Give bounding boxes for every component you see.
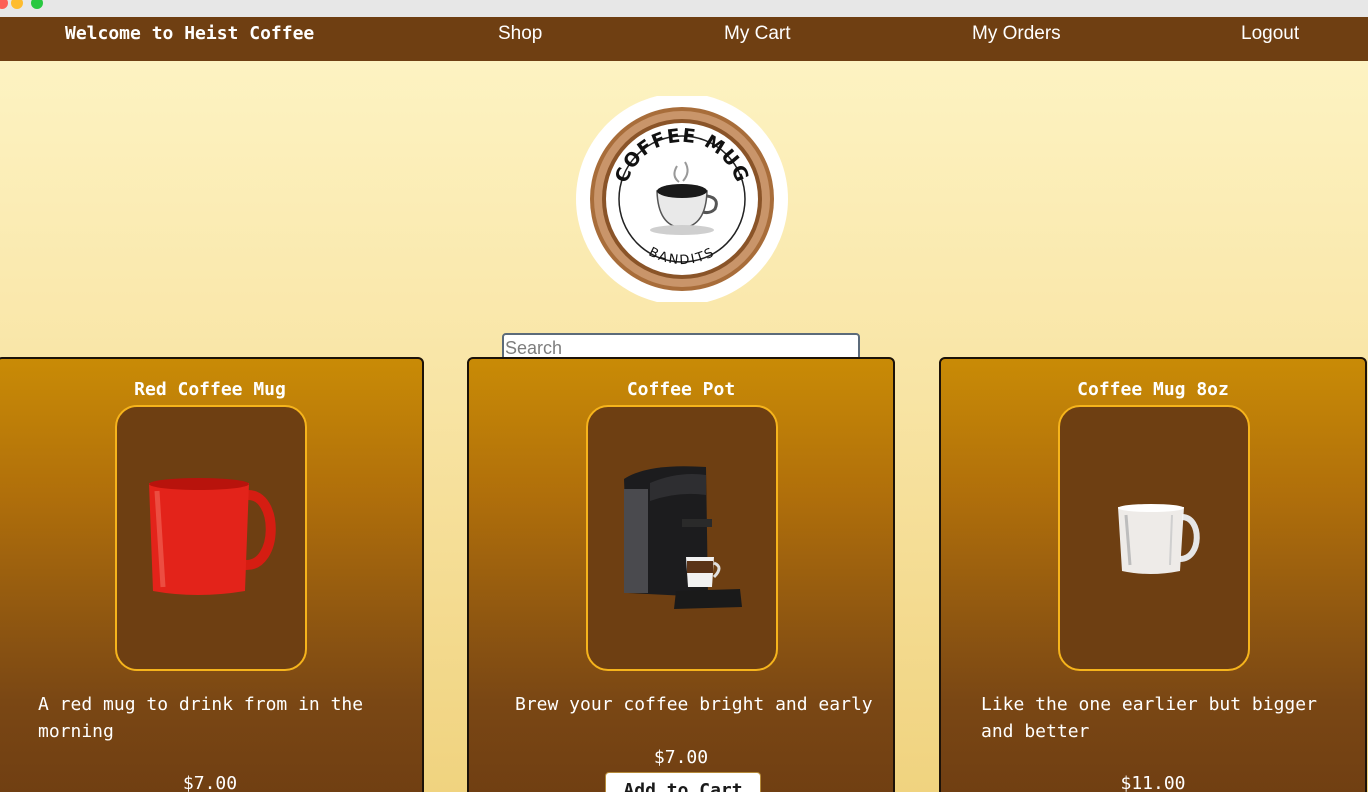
product-title: Coffee Mug 8oz xyxy=(1077,379,1229,400)
red-mug-icon xyxy=(149,478,276,595)
nav-my-orders-link[interactable]: My Orders xyxy=(972,17,1061,51)
product-image-frame[interactable] xyxy=(586,405,778,671)
nav-logout-link[interactable]: Logout xyxy=(1241,17,1299,51)
product-description: Brew your coffee bright and early xyxy=(515,694,873,715)
product-title: Coffee Pot xyxy=(626,379,736,400)
nav-shop-link[interactable]: Shop xyxy=(498,17,542,51)
minimize-window-icon[interactable] xyxy=(11,0,23,9)
product-image-frame[interactable] xyxy=(115,405,307,671)
coffee-machine-icon xyxy=(624,466,742,609)
product-card-coffee-mug-8oz: Coffee Mug 8oz Like the one earlier but … xyxy=(939,357,1367,792)
product-description: Like the one earlier but bigger and bett… xyxy=(981,694,1317,742)
product-card-red-coffee-mug: Red Coffee Mug A red mug to drink from i… xyxy=(0,357,424,792)
product-title: Red Coffee Mug xyxy=(134,379,286,400)
product-card-coffee-pot: Coffee Pot Brew your coffee bright and e… xyxy=(467,357,895,792)
product-image-frame[interactable] xyxy=(1058,405,1250,671)
product-price: $11.00 xyxy=(1120,773,1186,792)
window-titlebar xyxy=(0,0,1368,17)
product-price: $7.00 xyxy=(182,773,238,792)
coffee-mug-bandits-logo: COFFEE MUG BANDITS xyxy=(576,96,788,302)
shop-page: COFFEE MUG BANDITS Red Coffee Mug A red … xyxy=(0,61,1368,792)
site-brand: Welcome to Heist Coffee xyxy=(65,23,315,44)
add-to-cart-button[interactable]: Add to Cart xyxy=(605,772,761,792)
glass-mug-icon xyxy=(1118,504,1200,574)
top-navbar: Welcome to Heist Coffee Shop My Cart My … xyxy=(0,17,1368,61)
maximize-window-icon[interactable] xyxy=(31,0,43,9)
product-description: A red mug to drink from in the morning xyxy=(38,694,364,742)
nav-my-cart-link[interactable]: My Cart xyxy=(724,17,791,51)
product-price: $7.00 xyxy=(653,747,709,768)
close-window-icon[interactable] xyxy=(0,0,8,9)
